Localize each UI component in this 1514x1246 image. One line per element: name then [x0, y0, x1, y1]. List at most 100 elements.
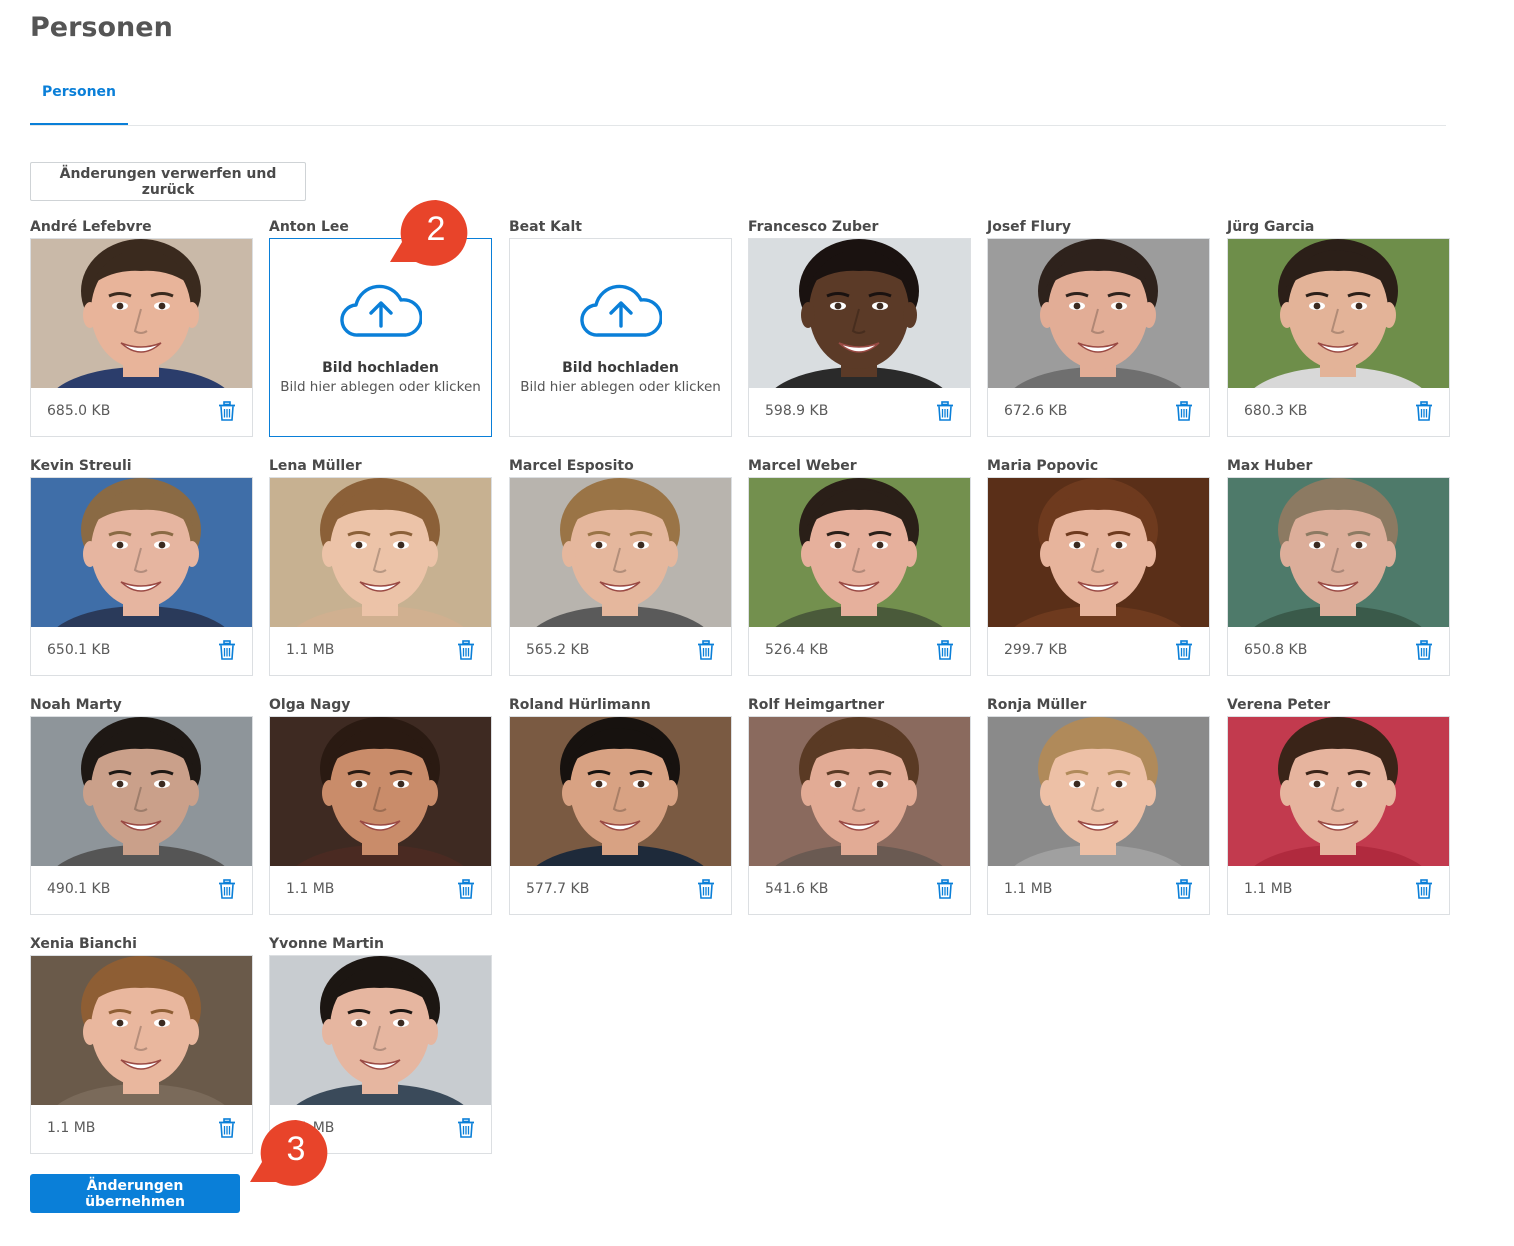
- person-name: Beat Kalt: [509, 219, 582, 235]
- image-footer: 577.7 KB: [510, 866, 731, 914]
- image-card: 680.3 KB: [1227, 238, 1450, 437]
- portrait-photo[interactable]: [749, 478, 970, 627]
- trash-icon: [1416, 879, 1432, 899]
- portrait-photo[interactable]: [510, 478, 731, 627]
- delete-image-button[interactable]: [457, 879, 475, 899]
- upload-subtitle: Bild hier ablegen oder klicken: [520, 379, 721, 395]
- delete-image-button[interactable]: [218, 879, 236, 899]
- delete-image-button[interactable]: [1415, 401, 1433, 421]
- callout-number: 2: [426, 210, 446, 248]
- delete-image-button[interactable]: [936, 401, 954, 421]
- image-footer: 565.2 KB: [510, 627, 731, 675]
- trash-icon: [458, 640, 474, 660]
- image-card: 1.1 MB: [269, 716, 492, 915]
- trash-icon: [219, 640, 235, 660]
- apply-changes-button[interactable]: Änderungen übernehmen: [30, 1174, 240, 1213]
- portrait-photo[interactable]: [31, 478, 252, 627]
- file-size: 1.1 MB: [1244, 881, 1293, 897]
- portrait-image: [31, 239, 252, 388]
- delete-image-button[interactable]: [936, 879, 954, 899]
- person-name: Francesco Zuber: [748, 219, 879, 235]
- image-footer: 650.1 KB: [31, 627, 252, 675]
- image-card: 299.7 KB: [987, 477, 1210, 676]
- portrait-photo[interactable]: [1228, 239, 1449, 388]
- delete-image-button[interactable]: [697, 879, 715, 899]
- image-footer: 1.1 MB: [31, 1105, 252, 1153]
- callout-marker-2: 2: [388, 198, 474, 270]
- image-footer: 490.1 KB: [31, 866, 252, 914]
- image-footer: 299.7 KB: [988, 627, 1209, 675]
- delete-image-button[interactable]: [936, 640, 954, 660]
- image-footer: 1.1 MB: [270, 627, 491, 675]
- portrait-photo[interactable]: [749, 717, 970, 866]
- image-card: 490.1 KB: [30, 716, 253, 915]
- portrait-photo[interactable]: [31, 717, 252, 866]
- delete-image-button[interactable]: [1415, 640, 1433, 660]
- image-footer: 526.4 KB: [749, 627, 970, 675]
- file-size: 650.1 KB: [47, 642, 111, 658]
- portrait-photo[interactable]: [1228, 478, 1449, 627]
- delete-image-button[interactable]: [1175, 640, 1193, 660]
- trash-icon: [1176, 879, 1192, 899]
- delete-image-button[interactable]: [1175, 879, 1193, 899]
- trash-icon: [937, 640, 953, 660]
- trash-icon: [937, 879, 953, 899]
- delete-image-button[interactable]: [218, 401, 236, 421]
- person-name: Anton Lee: [269, 219, 349, 235]
- page-title: Personen: [30, 12, 173, 43]
- file-size: 598.9 KB: [765, 403, 829, 419]
- portrait-photo[interactable]: [270, 717, 491, 866]
- delete-image-button[interactable]: [457, 640, 475, 660]
- portrait-image: [1228, 478, 1449, 627]
- trash-icon: [698, 879, 714, 899]
- portrait-photo[interactable]: [988, 478, 1209, 627]
- delete-image-button[interactable]: [218, 640, 236, 660]
- file-size: 1.1 MB: [47, 1120, 96, 1136]
- file-size: 541.6 KB: [765, 881, 829, 897]
- person-name: Xenia Bianchi: [30, 936, 137, 952]
- person-name: Max Huber: [1227, 458, 1313, 474]
- portrait-image: [1228, 717, 1449, 866]
- delete-image-button[interactable]: [1175, 401, 1193, 421]
- portrait-image: [31, 478, 252, 627]
- image-card: 1.1 MB: [1227, 716, 1450, 915]
- portrait-image: [749, 239, 970, 388]
- image-footer: 541.6 KB: [749, 866, 970, 914]
- delete-image-button[interactable]: [1415, 879, 1433, 899]
- portrait-photo[interactable]: [749, 239, 970, 388]
- trash-icon: [219, 1118, 235, 1138]
- person-name: Josef Flury: [987, 219, 1071, 235]
- portrait-image: [270, 478, 491, 627]
- delete-image-button[interactable]: [697, 640, 715, 660]
- delete-image-button[interactable]: [457, 1118, 475, 1138]
- trash-icon: [458, 1118, 474, 1138]
- portrait-photo[interactable]: [988, 239, 1209, 388]
- portrait-photo[interactable]: [31, 239, 252, 388]
- delete-image-button[interactable]: [218, 1118, 236, 1138]
- discard-changes-button[interactable]: Änderungen verwerfen und zurück: [30, 162, 306, 201]
- portrait-photo[interactable]: [988, 717, 1209, 866]
- image-card: 650.1 KB: [30, 477, 253, 676]
- portrait-photo[interactable]: [510, 717, 731, 866]
- portrait-image: [31, 956, 252, 1105]
- portrait-photo[interactable]: [270, 478, 491, 627]
- image-card: 577.7 KB: [509, 716, 732, 915]
- image-footer: 1.1 MB: [270, 866, 491, 914]
- file-size: 490.1 KB: [47, 881, 111, 897]
- portrait-image: [510, 478, 731, 627]
- portrait-image: [988, 478, 1209, 627]
- image-footer: 1.1 MB: [1228, 866, 1449, 914]
- image-card: 526.4 KB: [748, 477, 971, 676]
- portrait-photo[interactable]: [31, 956, 252, 1105]
- person-name: Olga Nagy: [269, 697, 351, 713]
- file-size: 685.0 KB: [47, 403, 111, 419]
- callout-marker-3: 3: [248, 1118, 334, 1190]
- tab-personen[interactable]: Personen: [30, 70, 128, 125]
- portrait-photo[interactable]: [1228, 717, 1449, 866]
- person-name: Verena Peter: [1227, 697, 1331, 713]
- image-card: 598.9 KB: [748, 238, 971, 437]
- image-upload-dropzone[interactable]: Bild hochladen Bild hier ablegen oder kli…: [509, 238, 732, 437]
- person-name: Lena Müller: [269, 458, 362, 474]
- image-footer: 680.3 KB: [1228, 388, 1449, 436]
- portrait-photo[interactable]: [270, 956, 491, 1105]
